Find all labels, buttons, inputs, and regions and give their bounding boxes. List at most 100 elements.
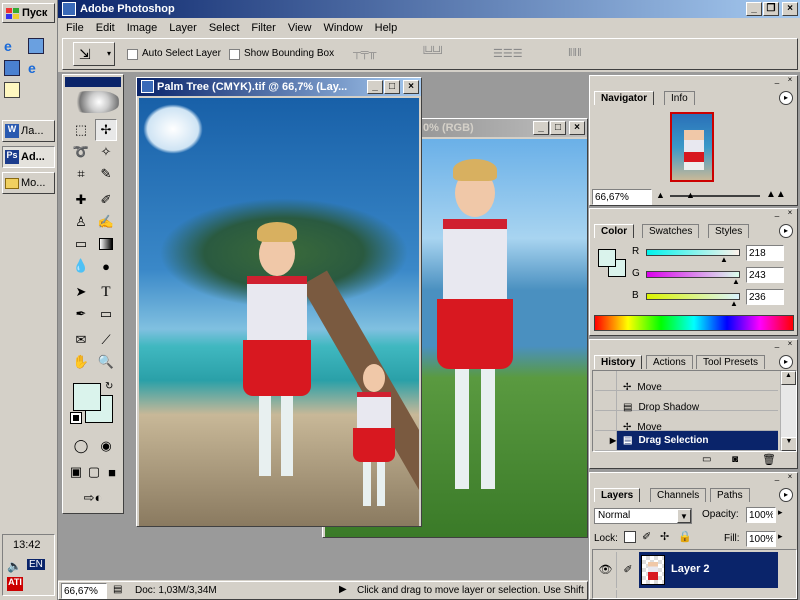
- eye-icon[interactable]: 👁: [595, 552, 617, 588]
- history-brush-icon[interactable]: ✍: [95, 211, 117, 233]
- start-button[interactable]: Пуск: [2, 3, 55, 23]
- menu-select[interactable]: Select: [203, 19, 246, 37]
- type-tool-icon[interactable]: T: [95, 281, 117, 303]
- tab-info[interactable]: Info: [664, 91, 695, 105]
- fill-field[interactable]: [746, 531, 776, 547]
- magic-wand-icon[interactable]: ✧: [95, 141, 117, 163]
- layer-row[interactable]: [595, 590, 778, 598]
- navigator-zoom-field[interactable]: [592, 189, 652, 205]
- lock-transparency-icon[interactable]: [624, 531, 636, 543]
- eraser-tool-icon[interactable]: ▭: [70, 233, 92, 255]
- doc1-minimize-button[interactable]: _: [367, 80, 383, 94]
- lasso-tool-icon[interactable]: ➰: [70, 141, 92, 163]
- gradient-tool-icon[interactable]: [95, 233, 117, 255]
- fill-dropdown-icon[interactable]: ▸: [778, 531, 783, 542]
- dodge-tool-icon[interactable]: ●: [95, 255, 117, 277]
- outlook-icon[interactable]: [4, 60, 20, 76]
- eye-icon[interactable]: [595, 590, 617, 598]
- status-zoom-field[interactable]: [61, 583, 107, 599]
- menu-edit[interactable]: Edit: [90, 19, 121, 37]
- history-item-selected[interactable]: ▶ ▤ Drag Selection: [595, 431, 778, 451]
- g-slider-thumb[interactable]: ▲: [732, 277, 740, 286]
- history-menu-button[interactable]: ▸: [779, 355, 793, 369]
- new-snapshot-icon[interactable]: ◙: [732, 454, 738, 465]
- taskbar-item-folder[interactable]: Mo...: [2, 172, 55, 194]
- healing-brush-icon[interactable]: ✚: [70, 189, 92, 211]
- taskbar-item-photoshop[interactable]: Ps Ad...: [2, 146, 55, 168]
- zoom-slider-thumb[interactable]: ▲: [686, 190, 695, 200]
- menu-view[interactable]: View: [282, 19, 318, 37]
- shape-tool-icon[interactable]: ▭: [95, 303, 117, 325]
- navigator-close-button[interactable]: ×: [785, 76, 795, 85]
- desktop-icon[interactable]: [28, 38, 44, 54]
- bounding-box-checkbox[interactable]: [229, 49, 240, 60]
- r-slider-thumb[interactable]: ▲: [720, 255, 728, 264]
- screen-mode-3-icon[interactable]: ■: [103, 461, 121, 483]
- align-top-icon[interactable]: ┬╤╥: [353, 47, 376, 59]
- speaker-icon[interactable]: 🔈: [7, 559, 22, 573]
- tab-swatches[interactable]: Swatches: [642, 224, 700, 238]
- layers-minimize-button[interactable]: _: [772, 473, 782, 482]
- taskbar-item-word[interactable]: W Ла...: [2, 120, 55, 142]
- tool-preset-picker[interactable]: ⇲ ▾: [73, 42, 115, 66]
- notepad-icon[interactable]: [4, 82, 20, 98]
- zoom-in-icon[interactable]: ▲▲: [766, 189, 786, 200]
- standard-mode-icon[interactable]: ◯: [70, 435, 92, 457]
- menu-window[interactable]: Window: [318, 19, 369, 37]
- doc2-maximize-button[interactable]: □: [550, 121, 566, 135]
- path-select-icon[interactable]: ➤: [70, 281, 92, 303]
- minimize-button[interactable]: _: [746, 2, 762, 16]
- lock-move-icon[interactable]: ✢: [660, 530, 669, 543]
- delete-icon[interactable]: 🗑: [762, 453, 776, 466]
- screen-mode-1-icon[interactable]: ▣: [67, 461, 85, 483]
- lock-all-icon[interactable]: 🔒: [678, 530, 692, 543]
- doc1-maximize-button[interactable]: □: [384, 80, 400, 94]
- screen-mode-2-icon[interactable]: ▢: [85, 461, 103, 483]
- color-ramp[interactable]: [594, 315, 794, 331]
- color-menu-button[interactable]: ▸: [779, 224, 793, 238]
- tab-tool-presets[interactable]: Tool Presets: [696, 355, 766, 369]
- auto-select-checkbox[interactable]: [127, 49, 138, 60]
- zoom-tool-icon[interactable]: 🔍: [95, 351, 117, 373]
- move-tool-icon[interactable]: ✢: [95, 119, 117, 141]
- quick-mask-icon[interactable]: ◉: [95, 435, 117, 457]
- language-indicator[interactable]: EN: [27, 559, 45, 570]
- lock-brush-icon[interactable]: ✐: [642, 530, 651, 543]
- clone-stamp-icon[interactable]: ♙: [70, 211, 92, 233]
- slice-tool-icon[interactable]: ✎: [95, 163, 117, 185]
- tab-channels[interactable]: Channels: [650, 488, 707, 502]
- marquee-tool-icon[interactable]: ⬚: [70, 119, 92, 141]
- color-close-button[interactable]: ×: [785, 209, 795, 218]
- g-slider[interactable]: [646, 271, 740, 278]
- tab-color[interactable]: Color: [594, 224, 635, 238]
- g-value[interactable]: [746, 267, 784, 283]
- b-value[interactable]: [746, 289, 784, 305]
- navigator-thumbnail[interactable]: [670, 112, 714, 182]
- tab-styles[interactable]: Styles: [708, 224, 750, 238]
- history-item[interactable]: ▤ Drop Shadow: [595, 391, 778, 413]
- menu-filter[interactable]: Filter: [245, 19, 281, 37]
- doc2-minimize-button[interactable]: _: [533, 121, 549, 135]
- history-close-button[interactable]: ×: [785, 340, 795, 349]
- menu-file[interactable]: File: [60, 19, 90, 37]
- adobe-eye-icon[interactable]: [69, 91, 119, 113]
- ie2-icon[interactable]: e: [28, 60, 44, 76]
- b-slider-thumb[interactable]: ▲: [730, 299, 738, 308]
- doc2-close-button[interactable]: ×: [569, 121, 585, 135]
- history-item[interactable]: ✢ Move: [595, 411, 778, 433]
- doc1-close-button[interactable]: ×: [403, 80, 419, 94]
- menu-help[interactable]: Help: [369, 19, 404, 37]
- history-minimize-button[interactable]: _: [772, 340, 782, 349]
- opacity-dropdown-icon[interactable]: ▸: [778, 507, 783, 518]
- hand-tool-icon[interactable]: ✋: [70, 351, 92, 373]
- status-menu-icon[interactable]: ▶: [339, 584, 347, 595]
- history-scrollbar[interactable]: ▲ ▼: [780, 371, 796, 451]
- doc1-canvas[interactable]: [139, 98, 419, 526]
- distribute-icon[interactable]: ☰☰☰: [493, 47, 523, 60]
- eyedropper-icon[interactable]: ⟋: [95, 329, 117, 351]
- b-slider[interactable]: [646, 293, 740, 300]
- layers-close-button[interactable]: ×: [785, 473, 795, 482]
- crop-tool-icon[interactable]: ⌗: [70, 163, 92, 185]
- distribute-h-icon[interactable]: ‖‖‖: [568, 47, 582, 59]
- zoom-slider[interactable]: [670, 195, 760, 197]
